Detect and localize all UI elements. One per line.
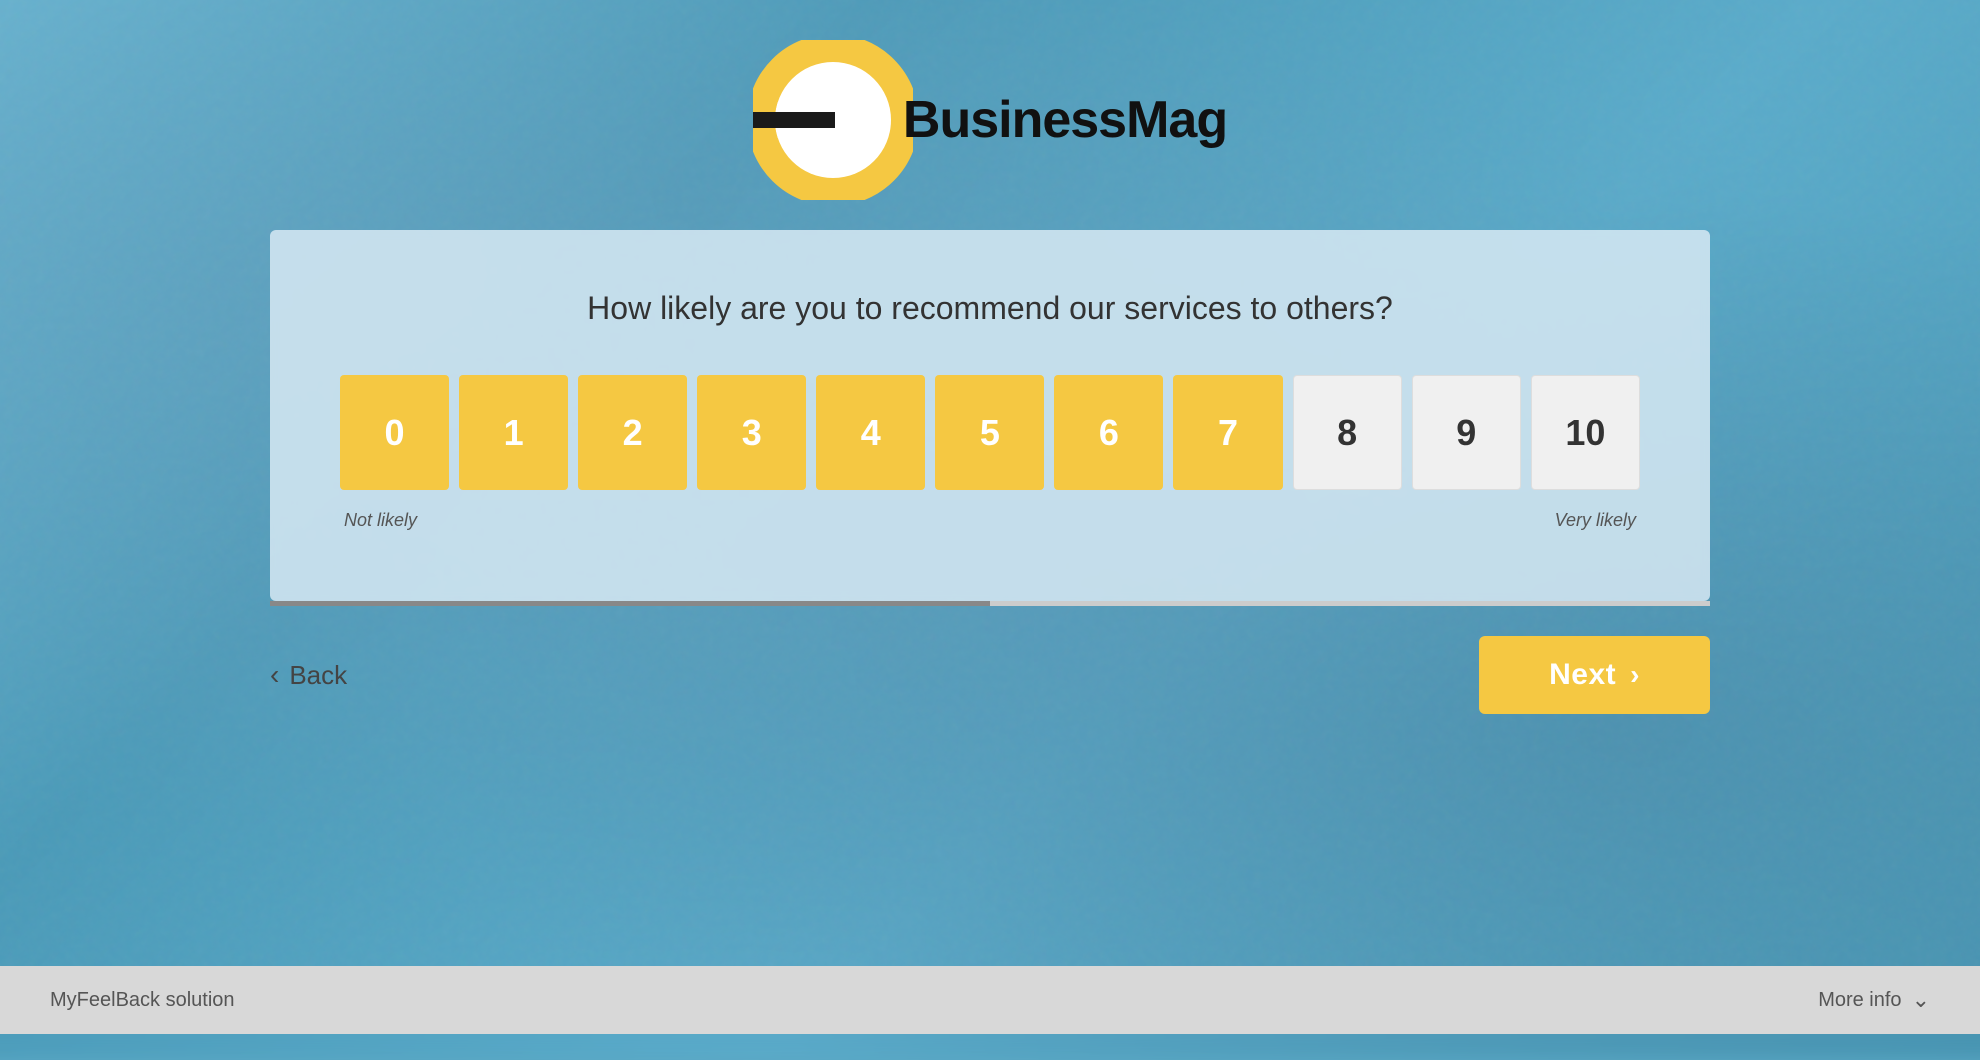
back-button[interactable]: ‹ Back (270, 659, 347, 691)
next-button[interactable]: Next › (1479, 636, 1710, 714)
rating-btn-0[interactable]: 0 (340, 375, 449, 490)
label-not-likely: Not likely (344, 510, 417, 531)
rating-btn-1[interactable]: 1 (459, 375, 568, 490)
rating-btn-8[interactable]: 8 (1293, 375, 1402, 490)
rating-btn-10[interactable]: 10 (1531, 375, 1640, 490)
label-very-likely: Very likely (1555, 510, 1636, 531)
chevron-left-icon: ‹ (270, 659, 279, 691)
rating-row: 012345678910 (340, 375, 1640, 490)
rating-labels: Not likely Very likely (340, 510, 1640, 531)
logo-ring-icon (753, 40, 913, 200)
logo-area: BusinessMag (753, 0, 1227, 230)
bottom-nav: ‹ Back Next › (270, 601, 1710, 744)
rating-btn-2[interactable]: 2 (578, 375, 687, 490)
next-label: Next (1549, 658, 1616, 692)
footer-brand: MyFeelBack solution (50, 989, 235, 1012)
rating-btn-9[interactable]: 9 (1412, 375, 1521, 490)
chevron-right-icon: › (1630, 659, 1640, 691)
more-info-label: More info (1818, 989, 1901, 1012)
rating-btn-3[interactable]: 3 (697, 375, 806, 490)
survey-question: How likely are you to recommend our serv… (340, 290, 1640, 327)
rating-btn-4[interactable]: 4 (816, 375, 925, 490)
rating-btn-7[interactable]: 7 (1173, 375, 1282, 490)
rating-btn-5[interactable]: 5 (935, 375, 1044, 490)
more-info-button[interactable]: More info ⌄ (1818, 987, 1930, 1013)
back-label: Back (289, 660, 347, 691)
logo-text: BusinessMag (903, 90, 1227, 150)
footer: MyFeelBack solution More info ⌄ (0, 966, 1980, 1034)
progress-filled (270, 601, 990, 606)
progress-bar (270, 601, 1710, 606)
survey-card: How likely are you to recommend our serv… (270, 230, 1710, 601)
progress-empty (990, 601, 1710, 606)
rating-btn-6[interactable]: 6 (1054, 375, 1163, 490)
chevron-down-icon: ⌄ (1912, 987, 1930, 1013)
